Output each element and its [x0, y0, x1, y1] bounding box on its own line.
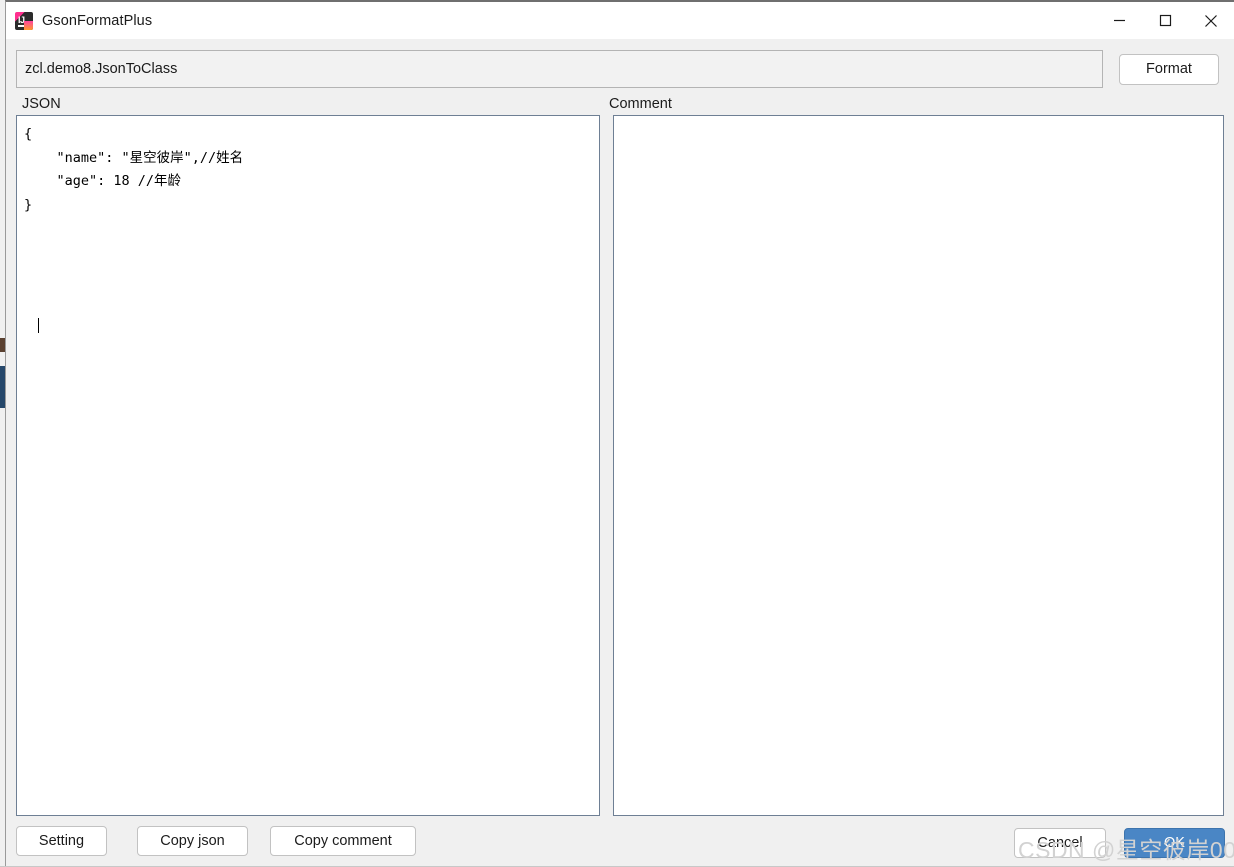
minimize-icon[interactable]	[1096, 2, 1142, 39]
comment-textarea[interactable]	[613, 115, 1224, 816]
comment-content	[614, 116, 1223, 123]
copy-json-button[interactable]: Copy json	[137, 826, 248, 856]
json-content: { "name": "星空彼岸",//姓名 "age": 18 //年龄 }	[24, 126, 244, 213]
comment-panel-label: Comment	[609, 96, 672, 112]
bottom-button-bar: Setting Copy json Copy comment Cancel OK	[6, 816, 1234, 866]
maximize-icon[interactable]	[1142, 2, 1188, 39]
toolbar-row: zcl.demo8.JsonToClass Format	[6, 39, 1234, 88]
class-name-input[interactable]: zcl.demo8.JsonToClass	[16, 50, 1103, 88]
format-button[interactable]: Format	[1119, 53, 1219, 85]
setting-button[interactable]: Setting	[16, 826, 107, 856]
close-icon[interactable]	[1188, 2, 1234, 39]
window-title: GsonFormatPlus	[42, 12, 153, 29]
json-textarea[interactable]: { "name": "星空彼岸",//姓名 "age": 18 //年龄 }	[16, 115, 600, 816]
json-panel-label: JSON	[22, 96, 61, 112]
window-controls	[1096, 2, 1234, 39]
title-bar: IJ GsonFormatPlus	[6, 2, 1234, 39]
panel-labels: JSON Comment	[6, 88, 1234, 115]
gsonformatplus-dialog: IJ GsonFormatPlus zcl.demo8.JsonToClass …	[5, 0, 1234, 866]
editor-area: { "name": "星空彼岸",//姓名 "age": 18 //年龄 }	[6, 115, 1234, 816]
text-caret	[38, 318, 39, 333]
cancel-button[interactable]: Cancel	[1014, 828, 1106, 858]
copy-comment-button[interactable]: Copy comment	[270, 826, 416, 856]
intellij-idea-icon: IJ	[15, 11, 33, 30]
ok-button[interactable]: OK	[1124, 828, 1225, 858]
